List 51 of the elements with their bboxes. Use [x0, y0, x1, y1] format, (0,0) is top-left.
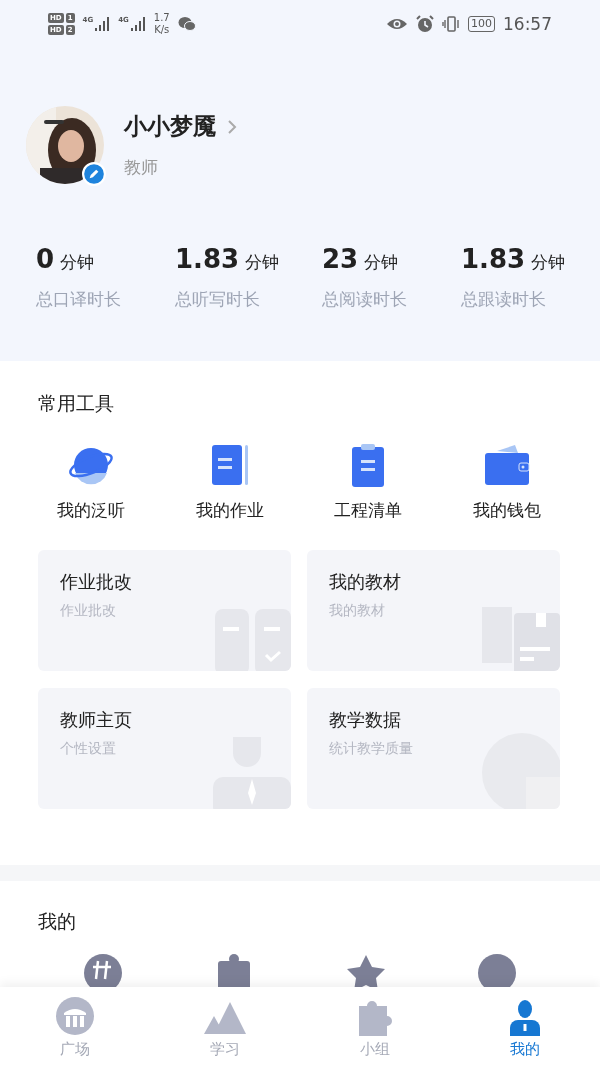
stat-unit: 分钟: [531, 251, 566, 274]
stat-value: 0: [36, 244, 55, 274]
tool-label[interactable]: 我的作业: [195, 499, 264, 523]
network-speed: 1.7: [153, 12, 170, 24]
vibrate-icon: [442, 15, 460, 33]
feature-card[interactable]: 我的教材 我的教材: [307, 550, 560, 672]
stat-label: 总跟读时长: [461, 288, 547, 311]
chat-icon: [177, 16, 196, 32]
stat-value: 1.83: [175, 244, 240, 274]
tool-label[interactable]: 我的钱包: [472, 499, 541, 523]
hashtag-icon[interactable]: [83, 953, 123, 988]
feature-card[interactable]: 作业批改 作业批改: [38, 550, 291, 672]
battery-indicator: 100: [468, 16, 495, 32]
star-icon[interactable]: [345, 953, 386, 988]
eye-icon: [386, 17, 408, 31]
pillars-icon: [55, 996, 95, 1036]
stat-value: 23: [321, 244, 359, 274]
card-subtitle: 作业批改: [60, 602, 116, 621]
wallet-icon[interactable]: [482, 443, 531, 488]
feature-card[interactable]: 教师主页 个性设置: [38, 688, 291, 810]
signal-icon: [129, 16, 146, 32]
stat-label: 总听写时长: [175, 288, 261, 311]
user-name[interactable]: 小小梦魇: [124, 111, 216, 142]
edit-icon[interactable]: [82, 162, 106, 186]
card-title: 我的教材: [329, 570, 401, 595]
signal-icon: [94, 16, 111, 32]
card-subtitle: 统计教学质量: [329, 740, 413, 759]
puzzle-icon: [357, 1000, 393, 1036]
card-title: 教学数据: [329, 708, 401, 733]
status-time: 16:57: [503, 14, 552, 34]
tool-label[interactable]: 工程清单: [334, 499, 403, 523]
mountain-icon: [204, 1000, 246, 1036]
stat-unit: 分钟: [364, 251, 399, 274]
user-icon: [510, 1000, 540, 1036]
card-subtitle: 我的教材: [329, 602, 385, 621]
user-role: 教师: [124, 156, 159, 179]
stat-label: 总口译时长: [36, 288, 122, 311]
stat-value: 1.83: [461, 244, 526, 274]
stat-unit: 分钟: [60, 251, 95, 274]
card-subtitle: 个性设置: [60, 740, 116, 759]
card-title: 作业批改: [60, 570, 132, 595]
tool-label[interactable]: 我的泛听: [57, 499, 125, 523]
stat-label: 总阅读时长: [321, 288, 408, 311]
card-title: 教师主页: [60, 708, 132, 733]
section-title: 常用工具: [38, 391, 115, 417]
speed-unit: K/s: [154, 24, 170, 36]
section-title: 我的: [38, 909, 77, 935]
tab[interactable]: 我的: [475, 987, 575, 1067]
stat-unit: 分钟: [245, 251, 280, 274]
feature-card[interactable]: 教学数据 统计教学质量: [307, 688, 560, 810]
alarm-icon: [416, 15, 434, 33]
